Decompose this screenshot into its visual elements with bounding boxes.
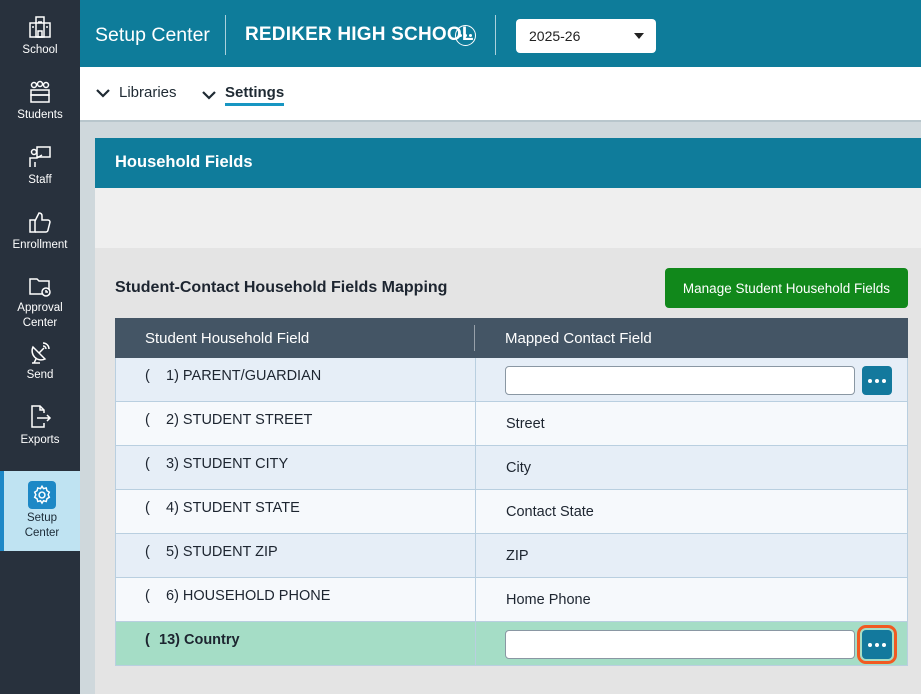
school-year-select[interactable]: 2025-26 [516, 19, 656, 53]
row-paren: ( [145, 588, 150, 604]
table-cell: ( 3) STUDENT CITY [116, 446, 476, 489]
panel-title: Household Fields [95, 138, 921, 188]
sidebar-item-label: Send [26, 369, 54, 381]
table-cell: ( 1) PARENT/GUARDIAN [116, 358, 476, 401]
field-name: 13) Country [159, 632, 240, 648]
household-fields-table: Student Household Field Mapped Contact F… [115, 318, 908, 666]
chevron-down-icon [201, 90, 217, 100]
students-icon [26, 78, 54, 106]
sub-navigation: Libraries Settings [80, 67, 921, 122]
more-options-button[interactable] [862, 366, 892, 395]
sidebar-item-label: Approval [17, 302, 63, 314]
folder-clock-icon [26, 273, 54, 299]
row-paren: ( [145, 368, 150, 384]
table-row: ( 1) PARENT/GUARDIAN [115, 358, 908, 402]
sidebar-item-label: School [22, 44, 58, 56]
sidebar-item-approval-center[interactable]: Approval Center [0, 260, 80, 329]
row-paren: ( [145, 632, 150, 648]
top-header: Setup Center REDIKER HIGH SCHOOL 2025-26 [80, 0, 921, 67]
table-header: Student Household Field Mapped Contact F… [115, 318, 908, 358]
sidebar-item-label: Center [24, 527, 60, 539]
tab-settings[interactable]: Settings [201, 84, 285, 106]
school-name: REDIKER HIGH SCHOOL [245, 24, 474, 45]
mapped-contact-field: City [506, 460, 531, 476]
export-icon [26, 403, 54, 431]
table-cell: ( 5) STUDENT ZIP [116, 534, 476, 577]
school-icon [26, 13, 54, 41]
field-name: 2) STUDENT STREET [166, 412, 313, 428]
sidebar-item-label: Exports [20, 434, 60, 446]
sidebar-item-label: Setup [26, 512, 58, 524]
sidebar-item-send[interactable]: Send [0, 325, 80, 390]
table-row: ( 2) STUDENT STREET Street [115, 402, 908, 446]
sidebar-item-label: Enrollment [12, 239, 68, 251]
more-options-button[interactable] [857, 625, 897, 664]
sidebar-item-enrollment[interactable]: Enrollment [0, 195, 80, 260]
app-title: Setup Center [95, 24, 210, 46]
field-name: 3) STUDENT CITY [166, 456, 289, 472]
header-divider [495, 15, 496, 55]
field-name: 1) PARENT/GUARDIAN [166, 368, 322, 384]
field-name: 5) STUDENT ZIP [166, 544, 278, 560]
table-cell: ( 4) STUDENT STATE [116, 490, 476, 533]
sidebar: School Students Staff Enrollment Approva… [0, 0, 80, 694]
header-divider [225, 15, 226, 55]
mapped-contact-field: ZIP [506, 548, 529, 564]
field-name: 6) HOUSEHOLD PHONE [166, 588, 331, 604]
sidebar-item-exports[interactable]: Exports [0, 390, 80, 455]
sidebar-item-students[interactable]: Students [0, 65, 80, 130]
row-paren: ( [145, 412, 150, 428]
field-name: 4) STUDENT STATE [166, 500, 300, 516]
manage-student-household-fields-button[interactable]: Manage Student Household Fields [665, 268, 908, 308]
mapped-contact-field: Street [506, 416, 545, 432]
mapped-contact-field-input[interactable] [505, 630, 855, 659]
sidebar-item-setup-center[interactable]: Setup Center [0, 471, 80, 551]
row-paren: ( [145, 500, 150, 516]
mapped-contact-field-input[interactable] [505, 366, 855, 395]
row-paren: ( [145, 544, 150, 560]
tab-label: Libraries [119, 84, 177, 101]
table-cell: ( 2) STUDENT STREET [116, 402, 476, 445]
table-row: ( 4) STUDENT STATE Contact State [115, 490, 908, 534]
column-header: Mapped Contact Field [505, 330, 652, 347]
table-cell: ( 6) HOUSEHOLD PHONE [116, 578, 476, 621]
row-paren: ( [145, 456, 150, 472]
school-options-icon[interactable] [455, 25, 476, 46]
sidebar-item-label: Staff [28, 174, 52, 186]
sidebar-item-staff[interactable]: Staff [0, 130, 80, 195]
school-year-value: 2025-26 [529, 28, 581, 44]
mapped-contact-field: Home Phone [506, 592, 591, 608]
panel-toolbar-area [95, 188, 921, 248]
tab-label: Settings [225, 84, 285, 106]
table-cell: ( 13) Country [116, 622, 476, 665]
staff-icon [26, 143, 54, 171]
table-row-selected: ( 13) Country [115, 622, 908, 666]
section-title: Student-Contact Household Fields Mapping [115, 279, 448, 296]
gear-icon [28, 481, 56, 509]
table-row: ( 6) HOUSEHOLD PHONE Home Phone [115, 578, 908, 622]
thumbs-up-icon [26, 208, 54, 236]
table-row: ( 5) STUDENT ZIP ZIP [115, 534, 908, 578]
column-header: Student Household Field [145, 330, 310, 347]
chevron-down-icon [95, 88, 111, 98]
mapped-contact-field: Contact State [506, 504, 594, 520]
sidebar-item-label: Students [17, 109, 63, 121]
caret-down-icon [634, 33, 644, 39]
satellite-dish-icon [26, 338, 54, 366]
tab-libraries[interactable]: Libraries [95, 84, 177, 101]
table-row: ( 3) STUDENT CITY City [115, 446, 908, 490]
sidebar-item-school[interactable]: School [0, 0, 80, 65]
column-divider [474, 325, 475, 351]
